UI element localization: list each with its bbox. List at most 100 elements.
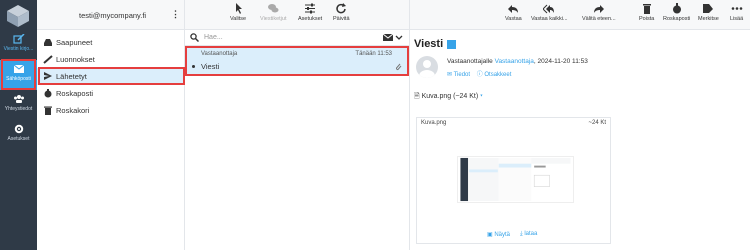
nav-email-label: Sähköposti — [6, 76, 31, 82]
message-title: Viesti — [414, 38, 457, 50]
sender-avatar — [416, 56, 438, 78]
search-bar[interactable]: Hae... — [185, 30, 409, 46]
threads-button[interactable]: Viestiketjut — [260, 3, 287, 22]
message-subject: Viesti — [201, 62, 220, 71]
contacts-icon — [13, 95, 24, 103]
show-attachment-link[interactable]: ▣ Näytä — [487, 231, 510, 238]
folder-label: Lähetetyt — [56, 72, 87, 81]
header-links: ✉ Tiedot ⓘ Otsakkeet — [447, 69, 511, 78]
app-nav: Viestin kirjo... Sähköposti Yhteystiedot… — [0, 0, 37, 250]
chevron-down-icon[interactable]: ▾ — [480, 93, 483, 100]
folder-label: Roskaposti — [56, 89, 94, 98]
forward-icon — [593, 5, 604, 13]
download-attachment-link[interactable]: ⤓ lataa — [520, 231, 537, 238]
account-menu-icon[interactable]: ⋮ — [171, 9, 180, 20]
tag-icon — [703, 4, 714, 13]
mark-label: Merkitse — [698, 16, 719, 22]
nav-contacts-label: Yhteystiedot — [4, 106, 33, 112]
folder-label: Saapuneet — [56, 38, 93, 47]
refresh-button[interactable]: Päivitä — [333, 3, 350, 22]
folder-spam[interactable]: Roskaposti — [37, 85, 184, 102]
folder-label: Roskakori — [56, 106, 90, 115]
select-label: Valitse — [230, 16, 247, 22]
sent-date: , 2024-11-20 11:53 — [533, 58, 588, 65]
gear-icon — [14, 124, 23, 134]
more-label: Lisää — [730, 16, 744, 22]
unread-dot-icon — [192, 65, 195, 68]
mark-button[interactable]: Merkitse — [698, 3, 719, 22]
reply-all-button[interactable]: Vastaa kaikki... — [531, 3, 568, 22]
folder-sent[interactable]: Lähetetyt — [37, 68, 184, 85]
nav-compose-label: Viestin kirjo... — [3, 46, 34, 52]
more-button[interactable]: Lisää — [730, 3, 743, 22]
nav-compose[interactable]: Viestin kirjo... — [0, 30, 37, 60]
reader-pane: Vastaa Vastaa kaikki... Välitä eteen... … — [410, 0, 750, 250]
folder-trash[interactable]: Roskakori — [37, 102, 184, 119]
headers-link[interactable]: ⓘ Otsakkeet — [477, 72, 512, 78]
spam-icon — [672, 3, 681, 14]
attachment-thumbnail[interactable] — [457, 156, 574, 203]
folder-pane: testi@mycompany.fi ⋮ Saapuneet Luonnokse… — [37, 0, 185, 250]
open-external-icon[interactable] — [447, 39, 457, 49]
forward-button[interactable]: Välitä eteen... — [582, 3, 616, 22]
refresh-label: Päivitä — [333, 16, 350, 22]
folder-label: Luonnokset — [56, 55, 95, 64]
list-toolbar: Valitse Viestiketjut Asetukset Päivitä — [185, 0, 409, 30]
details-link[interactable]: ✉ Tiedot — [447, 72, 470, 78]
person-icon — [419, 60, 435, 78]
forward-label: Välitä eteen... — [582, 16, 616, 22]
delete-label: Poista — [639, 16, 655, 22]
message-date: Tänään 11:53 — [355, 51, 392, 57]
folder-drafts[interactable]: Luonnokset — [37, 51, 184, 68]
account-header: testi@mycompany.fi ⋮ — [37, 0, 184, 30]
refresh-icon — [336, 3, 347, 14]
attachment-card: Kuva.png ~24 Kt ▣ Näytä ⤓ lataa — [416, 117, 611, 244]
recipient-link[interactable]: Vastaanottaja — [495, 58, 534, 65]
attachment-size: ~24 Kt — [588, 120, 606, 126]
message-title-text: Viesti — [414, 38, 444, 50]
account-email: testi@mycompany.fi — [79, 11, 147, 20]
search-input[interactable]: Hae... — [204, 34, 223, 41]
spam-icon — [44, 89, 52, 98]
trash-icon — [642, 4, 651, 14]
folder-inbox[interactable]: Saapuneet — [37, 34, 184, 51]
recipient-line: Vastaanottajalle Vastaanottaja, 2024-11-… — [447, 58, 588, 65]
reply-button[interactable]: Vastaa — [505, 3, 522, 22]
reply-all-icon — [543, 4, 555, 14]
inbox-icon — [44, 39, 52, 46]
reply-icon — [508, 5, 519, 13]
sent-icon — [44, 72, 52, 80]
list-settings-button[interactable]: Asetukset — [298, 3, 322, 22]
app-logo-icon — [7, 5, 29, 27]
more-icon — [731, 7, 742, 10]
message-from: Vastaanottaja — [201, 51, 238, 57]
reply-label: Vastaa — [505, 16, 522, 22]
file-icon: 🗎 — [414, 93, 420, 100]
headers-label: Otsakkeet — [484, 72, 512, 78]
select-button[interactable]: Valitse — [230, 3, 246, 22]
nav-email[interactable]: Sähköposti — [0, 60, 37, 90]
spam-label: Roskaposti — [663, 16, 691, 22]
nav-settings-label: Asetukset — [7, 136, 30, 142]
nav-contacts[interactable]: Yhteystiedot — [0, 90, 37, 120]
threads-icon — [268, 4, 279, 13]
cursor-icon — [236, 3, 243, 14]
delete-button[interactable]: Poista — [639, 3, 654, 22]
compose-icon — [12, 34, 25, 44]
show-label: Näytä — [494, 232, 511, 238]
sliders-icon — [305, 3, 316, 14]
message-list-item[interactable]: Vastaanottaja Tänään 11:53 Viesti — [185, 47, 409, 75]
spam-button[interactable]: Roskaposti — [663, 3, 690, 22]
trash-icon — [44, 106, 52, 115]
attachment-clip-icon — [395, 63, 402, 71]
reply-all-label: Vastaa kaikki... — [531, 16, 568, 22]
attachment-summary[interactable]: 🗎 Kuva.png (~24 Kt) ▾ — [414, 92, 483, 103]
envelope-icon — [13, 64, 24, 73]
search-options-icon[interactable] — [383, 33, 403, 42]
recipient-prefix: Vastaanottajalle — [447, 58, 493, 65]
reader-toolbar: Vastaa Vastaa kaikki... Välitä eteen... … — [410, 0, 750, 30]
nav-settings[interactable]: Asetukset — [0, 120, 37, 150]
message-list-pane: Valitse Viestiketjut Asetukset Päivitä H… — [185, 0, 410, 250]
details-label: Tiedot — [453, 72, 471, 78]
pencil-icon — [43, 55, 53, 64]
